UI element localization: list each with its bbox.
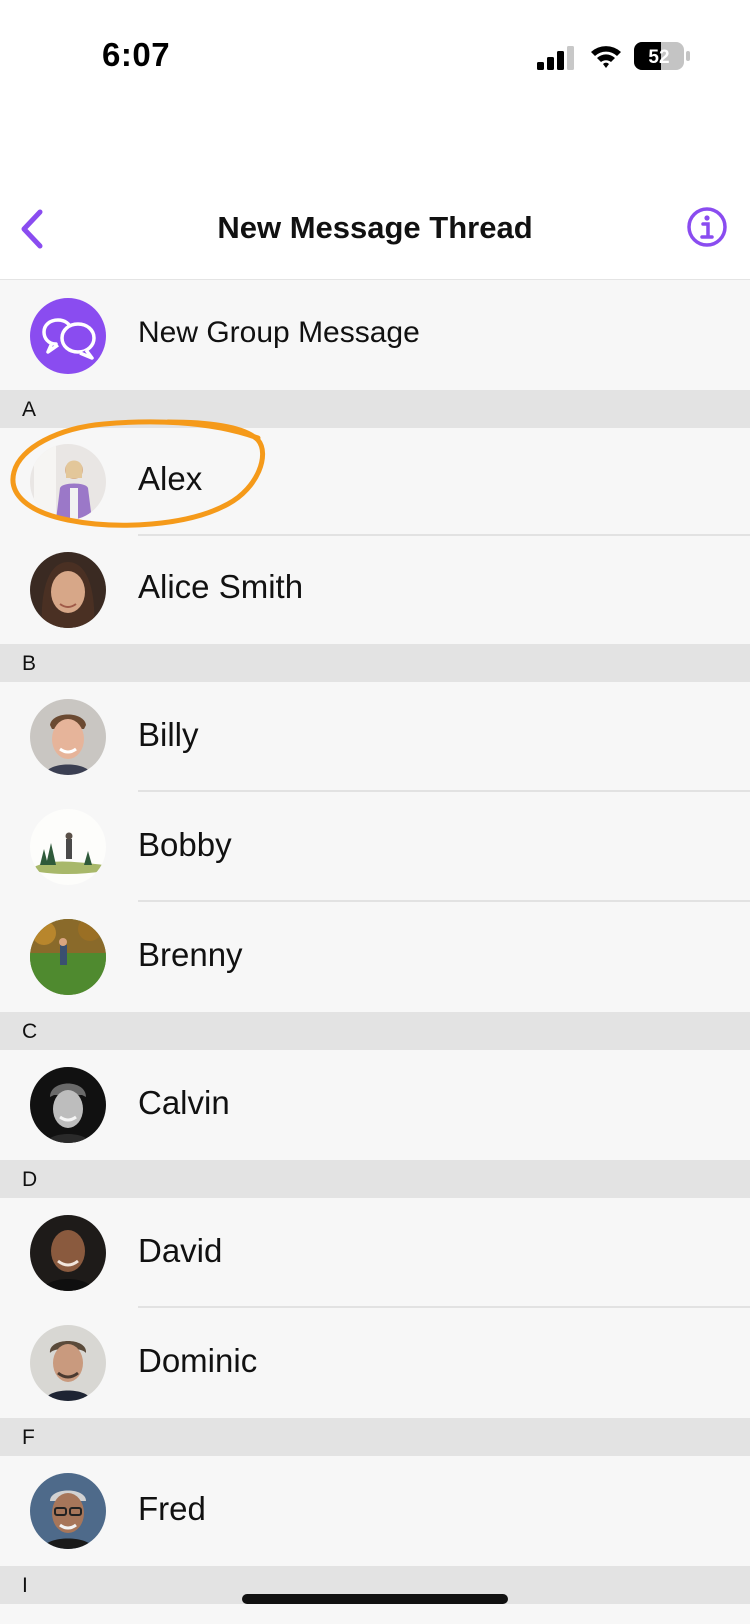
info-icon[interactable] [686, 206, 728, 248]
new-group-message-label: New Group Message [138, 316, 420, 349]
contact-row-alice-smith[interactable]: Alice Smith [0, 536, 750, 644]
section-letter: D [22, 1168, 38, 1191]
home-indicator[interactable] [242, 1594, 508, 1604]
contact-name: Bobby [138, 826, 232, 863]
contact-name: Brenny [138, 936, 243, 973]
contact-name: Calvin [138, 1084, 230, 1121]
avatar [30, 1215, 106, 1291]
page-title: New Message Thread [217, 210, 533, 245]
avatar [30, 1473, 106, 1549]
section-letter: B [22, 652, 37, 675]
contact-name: Fred [138, 1490, 206, 1527]
contact-name: Alice Smith [138, 568, 304, 605]
section-header-c: C [0, 1012, 750, 1050]
section-header-b: B [0, 644, 750, 682]
avatar [30, 1325, 106, 1401]
contact-row-brenny[interactable]: Brenny [0, 902, 750, 1012]
section-header-d: D [0, 1160, 750, 1198]
status-time: 6:07 [102, 36, 171, 73]
section-letter: C [22, 1020, 38, 1043]
section-letter: F [22, 1426, 35, 1449]
contact-name: Billy [138, 716, 199, 753]
avatar [30, 1067, 106, 1143]
navigation-bar: New Message Thread [0, 180, 750, 280]
new-group-message-row[interactable]: New Group Message [0, 280, 750, 390]
contact-row-billy[interactable]: Billy [0, 682, 750, 792]
chat-bubbles-icon [30, 298, 106, 374]
contact-name: Dominic [138, 1342, 258, 1379]
avatar [30, 552, 106, 628]
contact-row-fred[interactable]: Fred [0, 1456, 750, 1566]
section-letter: I [22, 1574, 28, 1597]
avatar [30, 699, 106, 775]
section-header-f: F [0, 1418, 750, 1456]
annotation-circle-highlight [10, 419, 265, 528]
contact-row-bobby[interactable]: Bobby [0, 792, 750, 902]
contact-row-dominic[interactable]: Dominic [0, 1308, 750, 1418]
avatar [30, 919, 106, 995]
wifi-icon [591, 46, 621, 68]
status-bar: 6:07 52 [0, 0, 750, 110]
avatar [30, 809, 106, 885]
battery-level: 52 [648, 47, 669, 68]
battery-icon: 52 [634, 42, 690, 70]
contact-row-david[interactable]: David [0, 1198, 750, 1308]
contact-row-calvin[interactable]: Calvin [0, 1050, 750, 1160]
contact-name: David [138, 1232, 223, 1269]
cellular-signal-icon [537, 46, 574, 70]
